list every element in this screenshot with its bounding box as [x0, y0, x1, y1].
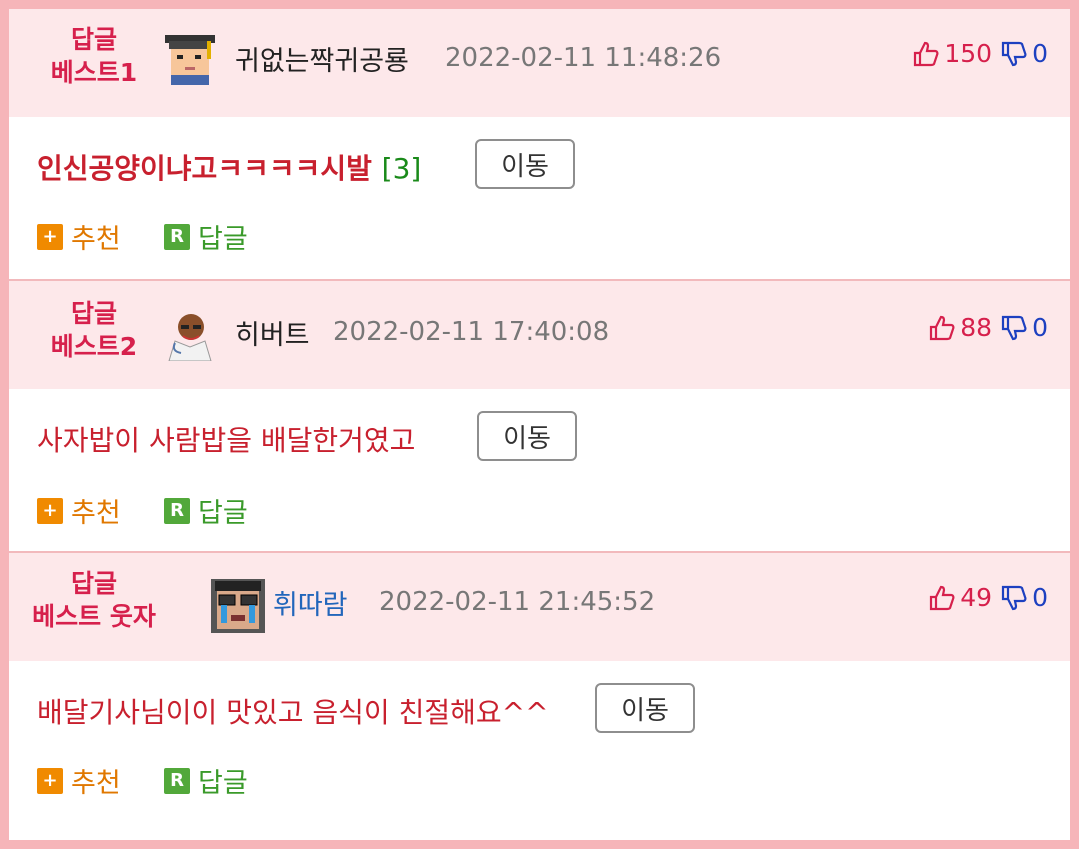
reply-r-icon: R: [164, 767, 190, 794]
best-line2: 베스트2: [50, 332, 138, 361]
reply-count[interactable]: [3]: [382, 152, 422, 185]
avatar[interactable]: [211, 579, 265, 633]
nickname[interactable]: 휘따람: [273, 583, 348, 622]
avatar[interactable]: [163, 307, 217, 362]
reply-r-icon: R: [164, 497, 190, 524]
comment-message: 인신공양이냐고ㅋㅋㅋㅋ시발: [37, 152, 372, 185]
reply-button[interactable]: R 답글: [164, 217, 248, 256]
move-button[interactable]: 이동: [595, 683, 695, 733]
nickname[interactable]: 히버트: [235, 313, 310, 352]
comment-text: 사자밥이 사람밥을 배달한거였고: [37, 419, 415, 459]
vote-counts: 49 0: [928, 583, 1048, 612]
reply-button[interactable]: R 답글: [164, 761, 248, 800]
comment-header: 답글 베스트2 히버트 2022-02-11 17:40:08 88 0: [9, 281, 1070, 389]
best-line2: 베스트 웃자: [32, 602, 156, 631]
thumbs-down-icon[interactable]: [1000, 314, 1028, 342]
best-line1: 답글: [70, 25, 117, 54]
comment-item: 답글 베스트 웃자 휘따람 2022-02-11 21:45:52 49 0 배…: [9, 553, 1070, 823]
nickname[interactable]: 귀없는짝귀공룡: [235, 39, 409, 78]
like-count: 49: [960, 583, 993, 612]
recommend-button[interactable]: + 추천: [37, 491, 121, 530]
best-line1: 답글: [70, 569, 117, 598]
comment-body: 인신공양이냐고ㅋㅋㅋㅋ시발 [3] 이동 + 추천 R 답글: [9, 117, 1070, 279]
vote-counts: 88 0: [928, 313, 1048, 342]
comment-text: 인신공양이냐고ㅋㅋㅋㅋ시발 [3]: [37, 147, 421, 187]
best-badge: 답글 베스트1: [29, 23, 159, 89]
thumbs-down-icon[interactable]: [1000, 40, 1028, 68]
comment-body: 배달기사님이이 맛있고 음식이 친절해요^^ 이동 + 추천 R 답글: [9, 661, 1070, 823]
comment-body: 사자밥이 사람밥을 배달한거였고 이동 + 추천 R 답글: [9, 389, 1070, 551]
comment-message: 사자밥이 사람밥을 배달한거였고: [37, 424, 416, 457]
plus-icon: +: [37, 497, 63, 524]
dislike-count: 0: [1032, 583, 1048, 612]
comment-text: 배달기사님이이 맛있고 음식이 친절해요^^: [37, 691, 549, 731]
comment-time: 2022-02-11 11:48:26: [445, 43, 722, 73]
thumbs-up-icon[interactable]: [928, 584, 956, 612]
comment-item: 답글 베스트2 히버트 2022-02-11 17:40:08 88 0 사자밥…: [9, 281, 1070, 551]
recommend-button[interactable]: + 추천: [37, 761, 121, 800]
recommend-button[interactable]: + 추천: [37, 217, 121, 256]
vote-counts: 150 0: [912, 39, 1048, 68]
thumbs-up-icon[interactable]: [912, 40, 940, 68]
plus-icon: +: [37, 223, 63, 250]
thumbs-up-icon[interactable]: [928, 314, 956, 342]
thumbs-down-icon[interactable]: [1000, 584, 1028, 612]
best-badge: 답글 베스트 웃자: [29, 567, 159, 633]
best-line1: 답글: [70, 299, 117, 328]
reply-label: 답글: [198, 498, 248, 529]
comment-message: 배달기사님이이 맛있고 음식이 친절해요^^: [37, 696, 549, 729]
best-line2: 베스트1: [50, 58, 138, 87]
comment-list: 답글 베스트1 귀없는짝귀공룡 2022-02-11 11:48:26 150 …: [0, 0, 1079, 849]
comment-header: 답글 베스트 웃자 휘따람 2022-02-11 21:45:52 49 0: [9, 553, 1070, 661]
like-count: 150: [944, 39, 993, 68]
comment-item: 답글 베스트1 귀없는짝귀공룡 2022-02-11 11:48:26 150 …: [9, 9, 1070, 279]
plus-icon: +: [37, 767, 63, 794]
move-button[interactable]: 이동: [477, 411, 577, 461]
dislike-count: 0: [1032, 313, 1048, 342]
reply-label: 답글: [198, 224, 248, 255]
comment-time: 2022-02-11 21:45:52: [379, 587, 656, 617]
dislike-count: 0: [1032, 39, 1048, 68]
recommend-label: 추천: [71, 498, 121, 529]
reply-label: 답글: [198, 768, 248, 799]
best-badge: 답글 베스트2: [29, 297, 159, 363]
comment-time: 2022-02-11 17:40:08: [333, 317, 610, 347]
recommend-label: 추천: [71, 224, 121, 255]
recommend-label: 추천: [71, 768, 121, 799]
avatar[interactable]: [163, 31, 217, 85]
move-button[interactable]: 이동: [475, 139, 575, 189]
comment-header: 답글 베스트1 귀없는짝귀공룡 2022-02-11 11:48:26 150 …: [9, 9, 1070, 117]
like-count: 88: [960, 313, 993, 342]
reply-button[interactable]: R 답글: [164, 491, 248, 530]
reply-r-icon: R: [164, 223, 190, 250]
